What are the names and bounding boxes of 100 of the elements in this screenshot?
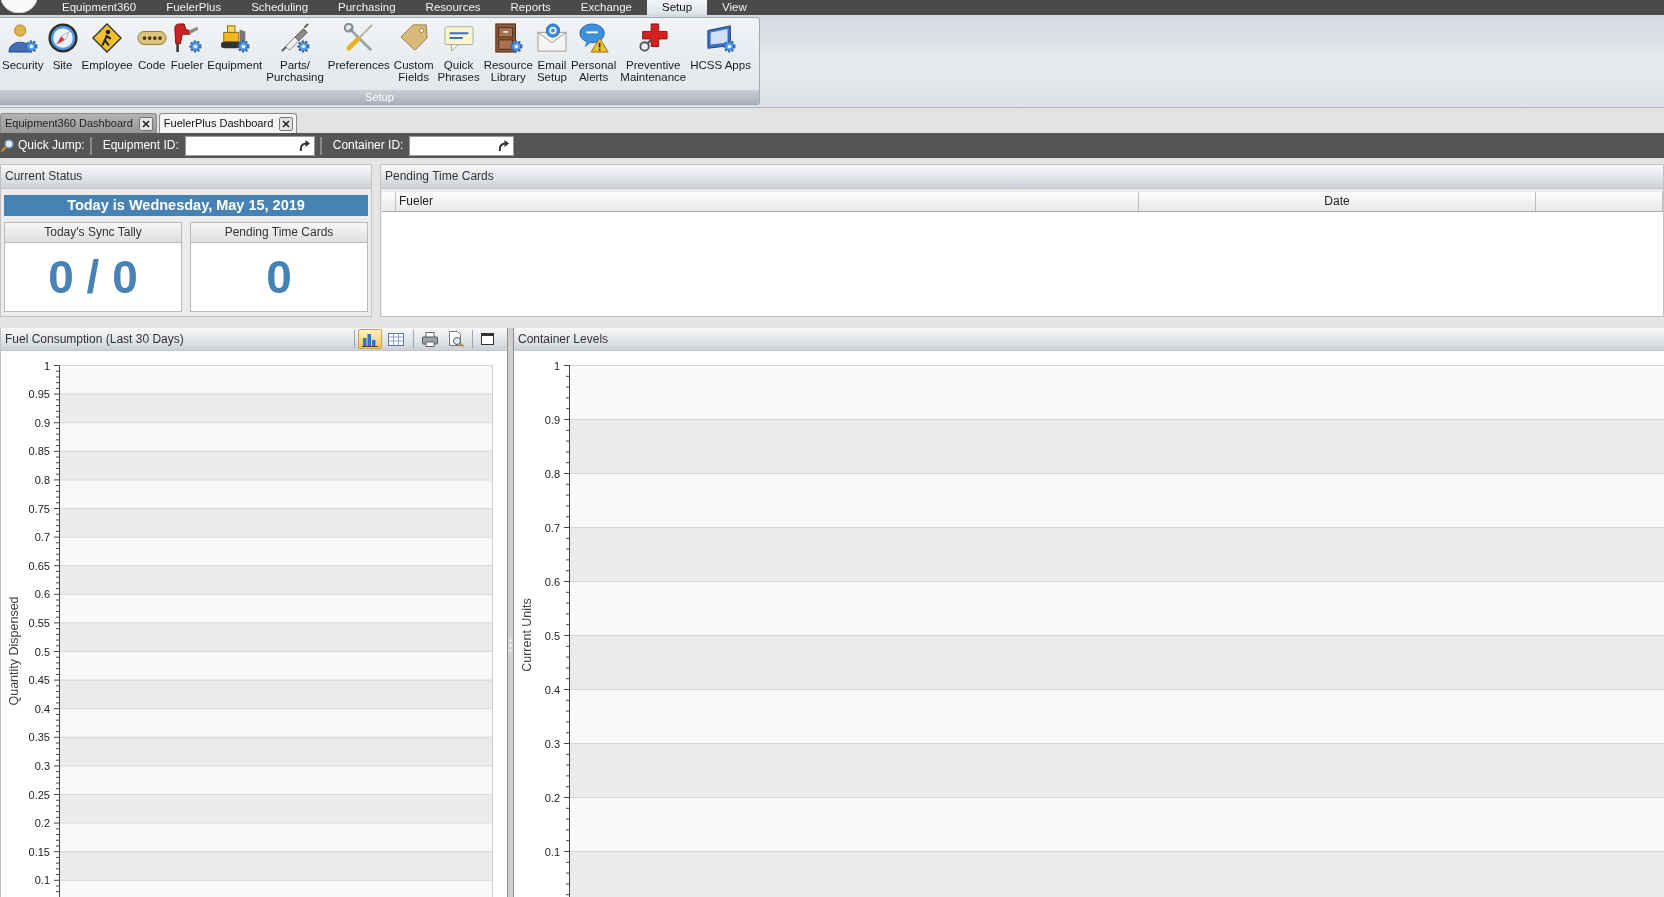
close-icon: [141, 119, 150, 128]
menu-tab[interactable]: Purchasing: [323, 0, 411, 15]
tile-value: 0 / 0: [48, 254, 138, 300]
printer-icon[interactable]: [422, 331, 438, 347]
print-preview-icon[interactable]: [448, 331, 464, 347]
text-field[interactable]: [184, 135, 315, 156]
field-label: Container ID:: [332, 138, 404, 153]
spark-plug-icon: [280, 23, 311, 53]
close-button[interactable]: [279, 116, 294, 131]
speech-bubble-icon: [443, 23, 474, 53]
ribbon-button[interactable]: Preferences: [325, 20, 392, 71]
tick-label: 0.55: [28, 616, 50, 629]
ribbon-button[interactable]: Parts/ Purchasing: [264, 20, 326, 83]
tick-label: 0.8: [544, 467, 560, 480]
ribbon-button[interactable]: Personal Alerts: [568, 20, 619, 83]
close-icon: [282, 119, 291, 128]
ribbon-button[interactable]: Custom Fields: [391, 20, 436, 83]
panel-title: Current Status: [5, 169, 83, 184]
maximize-icon[interactable]: [481, 333, 494, 345]
worker-sign-icon: [92, 23, 123, 53]
tick-label: 0.8: [34, 473, 50, 486]
text-field[interactable]: [409, 135, 515, 156]
ribbon-group-label: Setup: [0, 90, 759, 104]
tick-label: 0.6: [544, 575, 560, 588]
tick-label: 0.25: [28, 788, 50, 801]
tick-label: 1: [553, 359, 560, 372]
panel-title: Fuel Consumption (Last 30 Days): [5, 331, 184, 347]
ribbon-button[interactable]: Equipment: [205, 20, 265, 71]
date-banner: Today is Wednesday, May 15, 2019: [4, 195, 368, 216]
tick-label: 0.95: [28, 388, 50, 401]
jump-arrow-icon[interactable]: [298, 139, 310, 151]
axis-title: Quantity Dispensed: [7, 596, 21, 706]
fuel-nozzle-icon: [172, 23, 202, 53]
menu-tab[interactable]: Equipment360: [47, 0, 152, 15]
document-tab[interactable]: Equipment360 Dashboard: [0, 113, 157, 133]
tile-header: Today's Sync Tally: [5, 223, 181, 243]
tick-label: 0.85: [28, 445, 50, 458]
tick-label: 0.1: [544, 845, 560, 858]
ribbon-button[interactable]: Security: [0, 20, 46, 71]
tick-label: 0.7: [34, 531, 50, 544]
ribbon-button[interactable]: Site: [45, 20, 80, 71]
ribbon-button[interactable]: Fueler: [168, 20, 206, 71]
tick-label: 0.45: [28, 674, 50, 687]
tick-label: 0.5: [544, 629, 560, 642]
quick-jump-label: Quick Jump:: [18, 138, 85, 153]
ribbon-button[interactable]: Preventive Maintenance: [618, 20, 689, 83]
bar-chart-icon: [362, 331, 378, 347]
menu-tab[interactable]: Reports: [495, 0, 566, 15]
window-gear-icon: [705, 23, 736, 53]
menu-tab[interactable]: Exchange: [565, 0, 647, 15]
ribbon-button[interactable]: Code: [134, 20, 169, 71]
search-icon: [1, 139, 14, 152]
ribbon-button[interactable]: Employee: [79, 20, 135, 71]
field-label: Equipment ID:: [102, 138, 179, 153]
tick-label: 0.2: [544, 791, 560, 804]
tick-label: 0.3: [544, 737, 560, 750]
tick-label: 0.4: [34, 702, 50, 715]
tick-label: 0.35: [28, 731, 50, 744]
tick-label: 0.4: [544, 683, 560, 696]
jump-arrow-icon[interactable]: [498, 139, 510, 151]
envelope-icon: [536, 23, 567, 53]
tick-label: 1: [43, 359, 50, 372]
grip-icon: [509, 639, 512, 652]
chat-warning-icon: [578, 23, 609, 53]
menu-tab[interactable]: Setup: [647, 0, 708, 15]
app-orb-icon[interactable]: [1, 0, 37, 13]
ribbon-button[interactable]: HCSS Apps: [688, 20, 753, 71]
tick-label: 0.9: [544, 413, 560, 426]
axis-title: Current Units: [520, 598, 534, 672]
tick-label: 0.65: [28, 559, 50, 572]
ribbon-button[interactable]: Resource Library: [481, 20, 535, 83]
document-tab[interactable]: FuelerPlus Dashboard: [158, 113, 298, 133]
tick-label: 0.9: [34, 416, 50, 429]
ribbon-button[interactable]: Email Setup: [534, 20, 569, 83]
price-tag-icon: [398, 23, 429, 53]
column-header[interactable]: Date: [1139, 192, 1536, 211]
tile-value: 0: [266, 254, 292, 300]
tick-label: 0.3: [34, 759, 50, 772]
ribbon-button[interactable]: Quick Phrases: [435, 20, 482, 83]
chart-view-button[interactable]: [358, 329, 382, 349]
bulldozer-icon: [219, 23, 250, 53]
menu-tab[interactable]: FuelerPlus: [151, 0, 237, 15]
tick-label: 0.2: [34, 817, 50, 830]
cabinet-icon: [493, 23, 524, 53]
tile-header: Pending Time Cards: [191, 223, 367, 243]
menu-tab[interactable]: Resources: [410, 0, 496, 15]
user-gear-icon: [7, 23, 38, 53]
tick-label: 0.7: [544, 521, 560, 534]
tools-icon: [343, 23, 374, 53]
panel-title: Container Levels: [518, 331, 609, 347]
tick-label: 0.5: [34, 645, 50, 658]
menu-tab[interactable]: Scheduling: [236, 0, 324, 15]
table-icon: [388, 331, 404, 347]
close-button[interactable]: [138, 116, 153, 131]
column-header[interactable]: Fueler: [396, 192, 1139, 211]
menu-tab[interactable]: View: [707, 0, 762, 15]
tick-label: 0.15: [28, 845, 50, 858]
compass-icon: [47, 23, 78, 53]
medical-cross-icon: [638, 23, 669, 53]
tick-label: 0.1: [34, 874, 50, 887]
